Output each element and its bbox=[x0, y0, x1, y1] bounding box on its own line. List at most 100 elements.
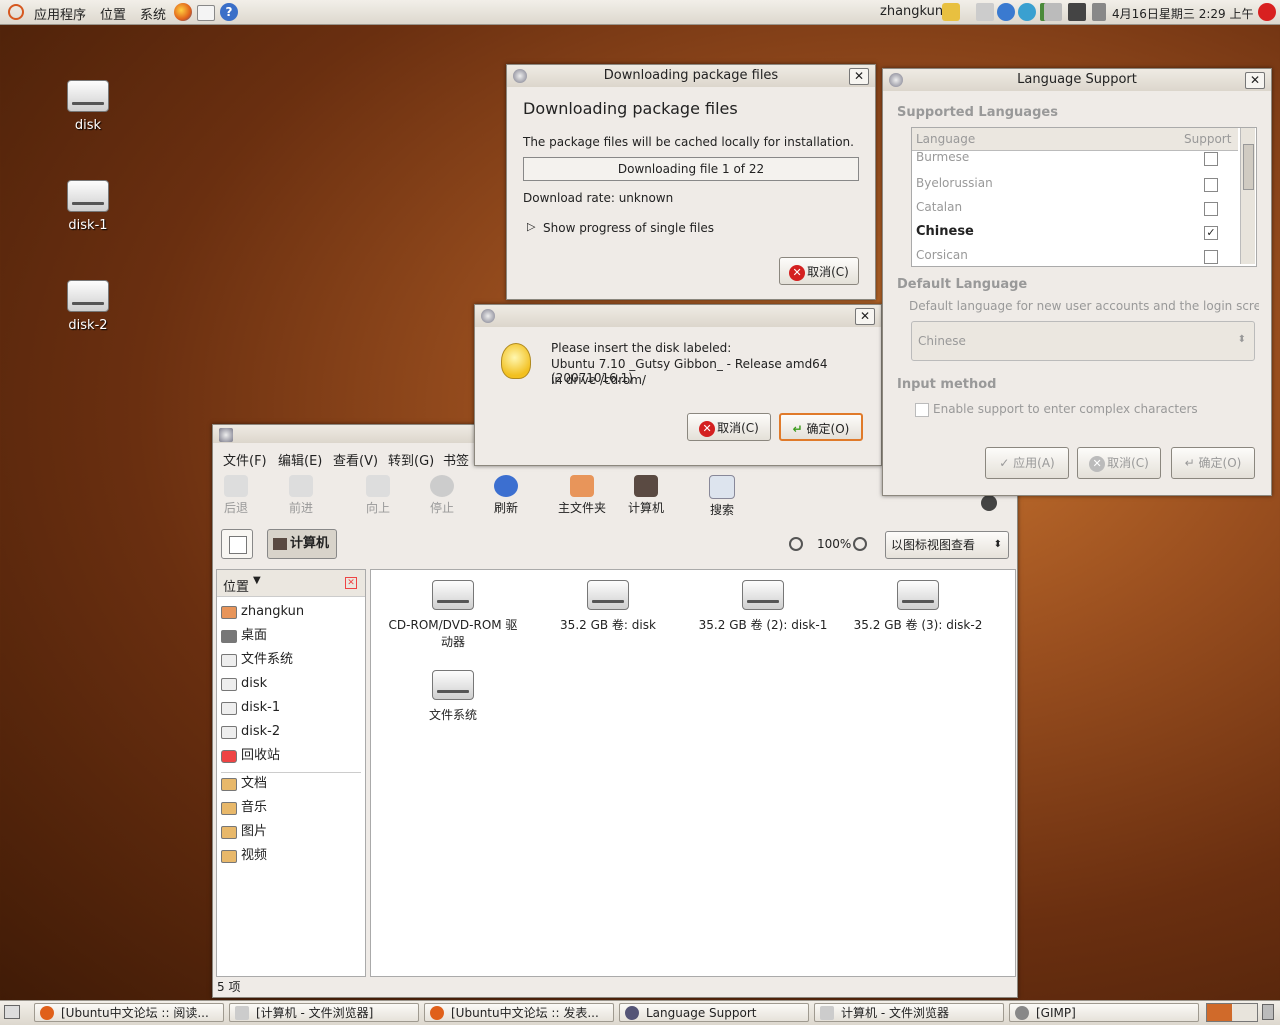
workspace-2[interactable] bbox=[1233, 1004, 1257, 1021]
sidebar-item-pictures[interactable]: 图片 bbox=[221, 822, 267, 842]
user-name[interactable]: zhangkun bbox=[880, 4, 943, 19]
location-computer-button[interactable]: 计算机 bbox=[267, 529, 337, 559]
sidebar-item-videos[interactable]: 视频 bbox=[221, 846, 267, 866]
monitor-icon[interactable] bbox=[1068, 3, 1086, 21]
taskbar-file-browser-2[interactable]: 计算机 - 文件浏览器 bbox=[814, 1003, 1004, 1022]
sidebar-item-desktop[interactable]: 桌面 bbox=[221, 626, 267, 646]
support-checkbox[interactable] bbox=[1204, 250, 1218, 264]
help-icon[interactable]: ? bbox=[220, 3, 238, 21]
volume-icon[interactable] bbox=[1092, 3, 1106, 21]
menu-applications[interactable]: 应用程序 bbox=[34, 4, 86, 23]
sidebar-item-disk[interactable]: disk bbox=[221, 674, 267, 694]
support-checkbox[interactable] bbox=[1204, 202, 1218, 216]
menu-file[interactable]: 文件(F) bbox=[223, 450, 267, 469]
refresh-button[interactable]: 刷新 bbox=[478, 475, 534, 516]
sidebar-header[interactable]: 位置 ▼ ✕ bbox=[217, 570, 365, 597]
file-item-disk-1[interactable]: 35.2 GB 卷 (2): disk-1 bbox=[693, 580, 833, 633]
support-checkbox[interactable] bbox=[1204, 152, 1218, 166]
menu-edit[interactable]: 编辑(E) bbox=[278, 450, 322, 469]
file-item-filesystem[interactable]: 文件系统 bbox=[383, 670, 523, 723]
mail-icon[interactable] bbox=[197, 5, 215, 21]
workspace-1[interactable] bbox=[1207, 1004, 1232, 1021]
trash-icon[interactable] bbox=[1262, 1004, 1274, 1020]
menu-view[interactable]: 查看(V) bbox=[333, 450, 378, 469]
sidebar-close-icon[interactable]: ✕ bbox=[345, 577, 357, 589]
clock[interactable]: 4月16日星期三 2:29 上午 bbox=[1112, 5, 1253, 22]
sidebar-item-disk-1[interactable]: disk-1 bbox=[221, 698, 280, 718]
workspace-switcher[interactable] bbox=[1206, 1003, 1258, 1022]
sidebar-item-zhangkun[interactable]: zhangkun bbox=[221, 602, 304, 622]
update-icon[interactable] bbox=[997, 3, 1015, 21]
firefox-icon[interactable] bbox=[174, 3, 192, 21]
network-status-icon[interactable] bbox=[942, 3, 960, 21]
sidebar-item-disk-2[interactable]: disk-2 bbox=[221, 722, 280, 742]
language-ok-button[interactable]: ↵ 确定(O) bbox=[1171, 447, 1255, 479]
menu-places[interactable]: 位置 bbox=[100, 4, 126, 23]
desktop-icon-disk-2[interactable]: disk-2 bbox=[48, 280, 128, 333]
ubuntu-logo-icon[interactable] bbox=[8, 4, 24, 20]
insert-disk-titlebar[interactable]: ✕ bbox=[475, 305, 881, 327]
file-item-disk-2[interactable]: 35.2 GB 卷 (3): disk-2 bbox=[848, 580, 988, 633]
keyboard-icon[interactable] bbox=[976, 3, 994, 21]
table-row[interactable]: Byelorussian bbox=[912, 174, 1238, 194]
default-language-select[interactable]: Chinese ⬍ bbox=[911, 321, 1255, 361]
expander-arrow-icon[interactable]: ▷ bbox=[527, 220, 535, 233]
menu-bookmarks[interactable]: 书签 bbox=[443, 450, 469, 469]
apply-button[interactable]: ✓ 应用(A) bbox=[985, 447, 1069, 479]
sidebar-item-filesystem[interactable]: 文件系统 bbox=[221, 650, 293, 670]
support-checkbox-checked[interactable]: ✓ bbox=[1204, 226, 1218, 240]
zoom-in-icon[interactable] bbox=[853, 537, 867, 551]
stop-button[interactable]: 停止 bbox=[414, 475, 470, 516]
forward-button[interactable]: 前进 bbox=[273, 475, 329, 516]
support-checkbox[interactable] bbox=[1204, 178, 1218, 192]
taskbar-gimp[interactable]: [GIMP] bbox=[1009, 1003, 1199, 1022]
col-language[interactable]: Language bbox=[916, 132, 975, 146]
file-item-disk[interactable]: 35.2 GB 卷: disk bbox=[538, 580, 678, 633]
menu-go[interactable]: 转到(G) bbox=[388, 450, 434, 469]
input-method-checkbox[interactable] bbox=[915, 403, 929, 417]
taskbar-file-browser-1[interactable]: [计算机 - 文件浏览器] bbox=[229, 1003, 419, 1022]
download-titlebar[interactable]: Downloading package files ✕ bbox=[507, 65, 875, 87]
show-desktop-icon[interactable] bbox=[4, 1005, 20, 1019]
close-icon[interactable]: ✕ bbox=[1245, 72, 1265, 89]
sidebar-item-music[interactable]: 音乐 bbox=[221, 798, 267, 818]
scroll-thumb[interactable] bbox=[1243, 144, 1254, 190]
table-row[interactable]: Catalan bbox=[912, 198, 1238, 218]
menu-system[interactable]: 系统 bbox=[140, 4, 166, 23]
search-button[interactable]: 搜索 bbox=[694, 475, 750, 518]
edit-location-button[interactable] bbox=[221, 529, 253, 559]
sidebar-item-documents[interactable]: 文档 bbox=[221, 774, 267, 794]
power-icon[interactable] bbox=[1258, 3, 1276, 21]
close-icon[interactable]: ✕ bbox=[849, 68, 869, 85]
zoom-out-icon[interactable] bbox=[789, 537, 803, 551]
download-title: Downloading package files bbox=[603, 68, 779, 83]
up-button[interactable]: 向上 bbox=[350, 475, 406, 516]
back-button[interactable]: 后退 bbox=[208, 475, 264, 516]
file-item-cdrom[interactable]: CD-ROM/DVD-ROM 驱动器 bbox=[383, 580, 523, 650]
language-support-titlebar[interactable]: Language Support ✕ bbox=[883, 69, 1271, 91]
taskbar-forum-read[interactable]: [Ubuntu中文论坛 :: 阅读... bbox=[34, 1003, 224, 1022]
home-button[interactable]: 主文件夹 bbox=[554, 475, 610, 516]
sidebar-item-trash[interactable]: 回收站 bbox=[221, 746, 280, 766]
table-row[interactable]: Burmese bbox=[912, 150, 1238, 170]
desktop-icon-disk[interactable]: disk bbox=[48, 80, 128, 133]
computer-button[interactable]: 计算机 bbox=[618, 475, 674, 516]
language-cancel-button[interactable]: ✕ 取消(C) bbox=[1077, 447, 1161, 479]
taskbar-forum-post[interactable]: [Ubuntu中文论坛 :: 发表... bbox=[424, 1003, 614, 1022]
printer-icon[interactable] bbox=[1044, 3, 1062, 21]
taskbar-language-support[interactable]: Language Support bbox=[619, 1003, 809, 1022]
file-view[interactable]: CD-ROM/DVD-ROM 驱动器 35.2 GB 卷: disk 35.2 … bbox=[370, 569, 1016, 977]
insert-cancel-button[interactable]: ✕ 取消(C) bbox=[687, 413, 771, 441]
zoom-level[interactable]: 100% bbox=[817, 537, 851, 551]
col-support[interactable]: Support bbox=[1184, 132, 1231, 146]
desktop-icon-disk-1[interactable]: disk-1 bbox=[48, 180, 128, 233]
sync-icon[interactable] bbox=[1018, 3, 1036, 21]
table-scrollbar[interactable] bbox=[1240, 128, 1255, 264]
insert-ok-button[interactable]: ↵ 确定(O) bbox=[779, 413, 863, 441]
close-icon[interactable]: ✕ bbox=[855, 308, 875, 325]
download-cancel-button[interactable]: ✕ 取消(C) bbox=[779, 257, 859, 285]
table-row[interactable]: Chinese ✓ bbox=[912, 222, 1238, 242]
table-row[interactable]: Corsican bbox=[912, 246, 1238, 266]
show-progress-expander[interactable]: Show progress of single files bbox=[543, 221, 714, 235]
view-mode-select[interactable]: 以图标视图查看 ⬍ bbox=[885, 531, 1009, 559]
